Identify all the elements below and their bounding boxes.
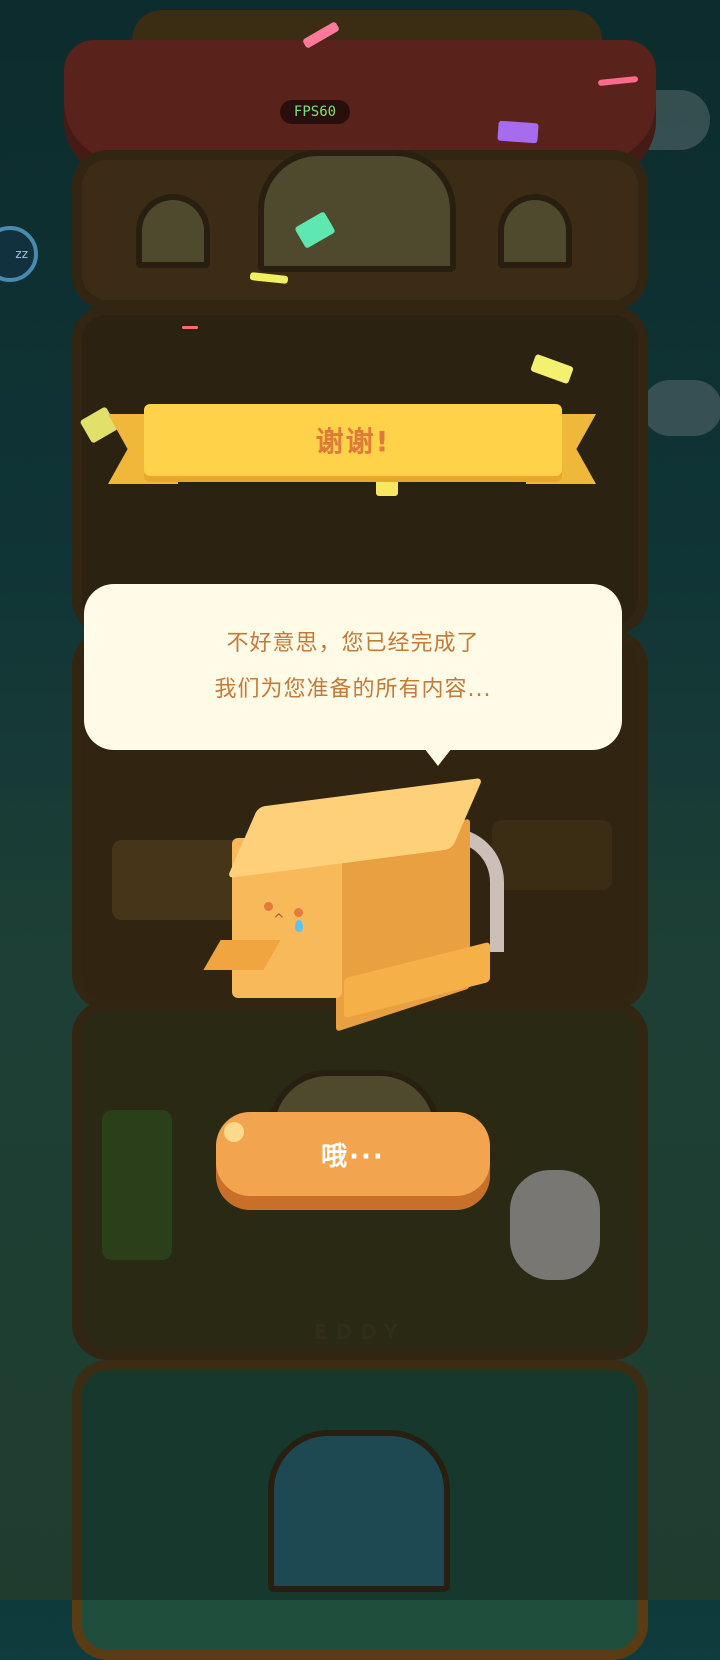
confirm-button-label: 哦··· [321,1141,385,1172]
cat-mouth: ^ [273,912,285,928]
confetti-piece [376,474,398,496]
cat-eye [294,908,303,917]
dialog-title: 谢谢! [315,425,391,458]
message-line-2: 我们为您准备的所有内容... [214,677,492,702]
button-shine [224,1122,244,1142]
title-ribbon: 谢谢! [144,404,562,476]
confetti-piece [182,326,198,329]
game-scene: EDDY FPS60 zz 谢谢! 不好意思，您已经完成了 我们为您准备的所有内… [0,0,720,1660]
tear-icon [295,920,303,932]
confetti-piece [497,120,539,144]
speech-bubble: 不好意思，您已经完成了 我们为您准备的所有内容... [84,584,622,766]
confirm-button[interactable]: 哦··· [216,1112,490,1196]
fps-counter: FPS60 [280,100,350,124]
message-line-1: 不好意思，您已经完成了 [226,631,480,656]
cat-eye [264,902,273,911]
